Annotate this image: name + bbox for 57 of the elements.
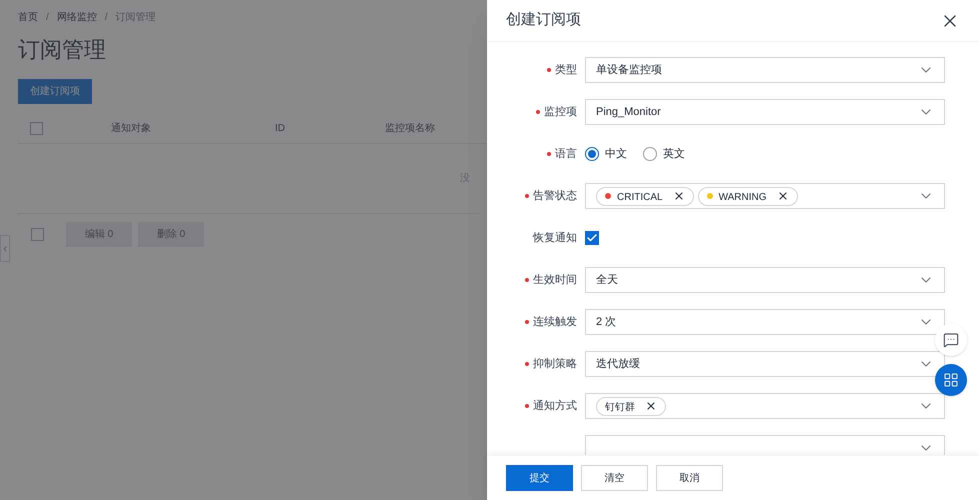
radio-button[interactable] xyxy=(643,147,657,161)
remove-tag-button[interactable] xyxy=(645,400,657,412)
radio-button[interactable] xyxy=(585,147,599,161)
breadcrumb-separator: / xyxy=(46,11,49,25)
chat-icon xyxy=(943,332,959,348)
grid-icon xyxy=(943,372,959,388)
required-asterisk-icon xyxy=(525,320,529,324)
checkbox[interactable] xyxy=(585,231,599,245)
field-label: 类型 xyxy=(555,62,577,78)
select-field[interactable]: 2 次 xyxy=(585,309,945,335)
multi-select-field[interactable]: CRITICAL WARNING xyxy=(585,183,945,209)
field-label: 生效时间 xyxy=(533,272,577,288)
required-asterisk-icon xyxy=(525,404,529,408)
select-field[interactable]: 迭代放缓 xyxy=(585,351,945,377)
column-header: 监控项名称 xyxy=(385,122,435,136)
select-field[interactable]: 全天 xyxy=(585,267,945,293)
tag-label: CRITICAL xyxy=(617,190,663,204)
remove-tag-button[interactable] xyxy=(672,190,685,202)
select-value: Ping_Monitor xyxy=(596,106,661,118)
required-asterisk-icon xyxy=(547,152,551,156)
required-asterisk-icon xyxy=(525,278,529,282)
field-label: 恢复通知 xyxy=(533,230,577,246)
field-label: 语言 xyxy=(555,146,577,162)
column-header: 通知对象 xyxy=(111,122,151,136)
select-value: 单设备监控项 xyxy=(596,64,662,76)
breadcrumb-separator: / xyxy=(104,11,108,25)
footer-button[interactable]: 清空 xyxy=(581,465,648,491)
footer-button[interactable]: 取消 xyxy=(656,465,723,491)
select-field[interactable]: 单设备监控项 xyxy=(585,57,945,83)
required-asterisk-icon xyxy=(547,68,551,72)
required-asterisk-icon xyxy=(525,362,529,366)
field-label: 连续触发 xyxy=(533,314,577,330)
remove-tag-button[interactable] xyxy=(776,190,789,202)
select-value: 迭代放缓 xyxy=(596,358,640,370)
select-value: 2 次 xyxy=(596,316,616,328)
footer-button[interactable]: 提交 xyxy=(506,465,573,491)
select-value: 全天 xyxy=(596,274,618,286)
radio-label: 英文 xyxy=(663,146,685,162)
breadcrumb-link[interactable]: 网络监控 xyxy=(56,10,97,25)
page-title: 订阅管理 xyxy=(18,39,107,61)
column-header: ID xyxy=(275,122,285,136)
field-label: 告警状态 xyxy=(533,188,577,204)
drawer-title: 创建订阅项 xyxy=(506,10,581,30)
field-label: 抑制策略 xyxy=(533,356,577,372)
checkbox[interactable] xyxy=(31,228,44,241)
required-asterisk-icon xyxy=(525,194,529,198)
breadcrumb-link[interactable]: 首页 xyxy=(18,10,38,25)
checkbox[interactable] xyxy=(30,122,43,135)
select-field[interactable]: Ping_Monitor xyxy=(585,99,945,125)
radio-label: 中文 xyxy=(605,146,627,162)
tag-label: WARNING xyxy=(718,190,767,204)
tag-label: 钉钉群 xyxy=(605,400,635,414)
required-asterisk-icon xyxy=(536,110,540,114)
field-label: 通知方式 xyxy=(533,398,577,414)
select-field[interactable] xyxy=(585,435,945,455)
multi-select-field[interactable]: 钉钉群 xyxy=(585,393,945,419)
field-label: 监控项 xyxy=(544,104,577,120)
